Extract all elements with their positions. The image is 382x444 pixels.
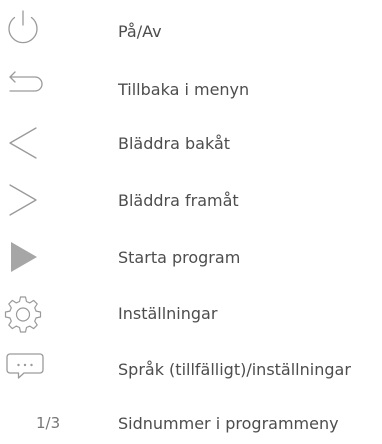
back-arrow-icon (0, 70, 46, 110)
icon-legend: På/Av Tillbaka i menyn Bläddra bakåt Blä… (0, 0, 382, 437)
chevron-right-icon (0, 181, 46, 221)
legend-row-back: Tillbaka i menyn (0, 70, 382, 110)
legend-row-start: Starta program (0, 238, 382, 278)
legend-row-page-number: 1/3 Sidnummer i programmeny (0, 404, 382, 444)
legend-label-power: På/Av (118, 22, 162, 41)
legend-label-scroll-back: Bläddra bakåt (118, 134, 231, 153)
legend-label-settings: Inställningar (118, 304, 218, 323)
legend-row-settings: Inställningar (0, 294, 382, 334)
play-icon (0, 238, 46, 278)
page-number-text: 1/3 (36, 414, 61, 432)
legend-row-language: Språk (tillfälligt)/inställningar (0, 350, 382, 390)
legend-row-scroll-back: Bläddra bakåt (0, 124, 382, 164)
gear-icon (0, 294, 46, 334)
speech-bubble-icon (0, 350, 46, 390)
legend-row-power: På/Av (0, 10, 382, 52)
chevron-left-icon (0, 124, 46, 164)
power-icon (0, 10, 46, 52)
legend-label-back: Tillbaka i menyn (118, 80, 250, 99)
legend-label-start: Starta program (118, 248, 241, 267)
legend-row-scroll-forward: Bläddra framåt (0, 181, 382, 221)
legend-label-page-number: Sidnummer i programmeny (118, 414, 339, 433)
legend-label-language: Språk (tillfälligt)/inställningar (118, 360, 351, 379)
legend-label-scroll-forward: Bläddra framåt (118, 191, 239, 210)
